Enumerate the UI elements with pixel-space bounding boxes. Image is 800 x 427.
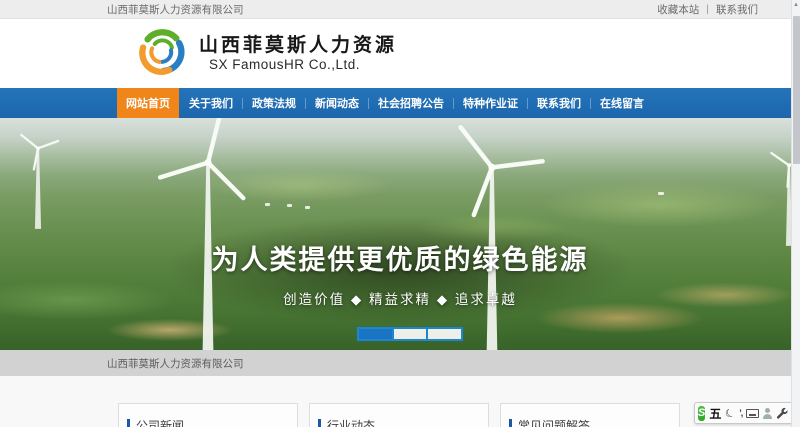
carousel-segment-3[interactable] <box>428 329 461 339</box>
section-accent-bar <box>509 419 512 427</box>
hero-tagline: 创造价值 ◆ 精益求精 ◆ 追求卓越 <box>0 288 800 308</box>
site-titles: 山西菲莫斯人力资源 SX FamousHR Co.,Ltd. <box>189 35 397 72</box>
carousel-segment-1[interactable] <box>359 329 392 339</box>
swirl-logo-icon <box>135 25 189 79</box>
landscape-building <box>305 206 310 209</box>
ime-wubi-mode-button[interactable]: 五 <box>709 404 721 422</box>
section-title: 行业动态 <box>327 417 375 427</box>
section-faq: 常见问题解答 <box>500 403 680 427</box>
link-contact-us[interactable]: 联系我们 <box>716 2 758 17</box>
site-title-chinese: 山西菲莫斯人力资源 <box>199 35 397 57</box>
scrollbar-thumb[interactable] <box>793 16 800 164</box>
topbar-company-name: 山西菲莫斯人力资源有限公司 <box>107 2 244 17</box>
nav-item-contact[interactable]: 联系我们 <box>527 88 590 118</box>
wind-turbine-icon <box>432 122 552 350</box>
hero-headline: 为人类提供更优质的绿色能源 <box>0 238 800 277</box>
topbar-links: 收藏本站 | 联系我们 <box>657 2 758 17</box>
nav-item-about[interactable]: 关于我们 <box>179 88 242 118</box>
wind-turbine-icon <box>148 118 268 350</box>
main-nav: 网站首页 关于我们 政策法规 新闻动态 社会招聘公告 特种作业证 联系我们 在线… <box>0 88 800 118</box>
nav-item-home[interactable]: 网站首页 <box>117 88 179 118</box>
band-company-name: 山西菲莫斯人力资源有限公司 <box>107 356 244 371</box>
carousel-segment-2[interactable] <box>394 329 427 339</box>
section-accent-bar <box>318 419 321 427</box>
account-person-icon[interactable] <box>763 404 772 422</box>
nav-item-message[interactable]: 在线留言 <box>590 88 653 118</box>
site-title-english: SX FamousHR Co.,Ltd. <box>199 57 397 72</box>
top-bar: 山西菲莫斯人力资源有限公司 收藏本站 | 联系我们 <box>0 0 800 19</box>
topbar-separator: | <box>706 3 709 15</box>
landscape-building <box>658 192 664 195</box>
section-title: 常见问题解答 <box>518 417 590 427</box>
virtual-keyboard-icon[interactable] <box>746 404 759 422</box>
scrollbar-up-arrow-icon[interactable]: ▲ <box>792 2 800 8</box>
landscape-building <box>287 204 292 207</box>
nav-item-recruitment[interactable]: 社会招聘公告 <box>368 88 453 118</box>
site-header: 山西菲莫斯人力资源 SX FamousHR Co.,Ltd. <box>0 19 800 88</box>
night-mode-icon[interactable]: ☾ <box>722 403 739 423</box>
section-company-news: 公司新闻 <box>118 403 298 427</box>
landscape-building <box>265 203 270 206</box>
vertical-scrollbar[interactable]: ▲ <box>791 0 800 427</box>
section-title: 公司新闻 <box>136 417 184 427</box>
section-accent-bar <box>127 419 130 427</box>
wind-turbine-icon <box>15 129 61 229</box>
punctuation-mode-icon[interactable]: ’, <box>739 404 742 422</box>
section-industry-trends: 行业动态 <box>309 403 489 427</box>
page-root: 山西菲莫斯人力资源有限公司 收藏本站 | 联系我们 <box>0 0 800 427</box>
nav-item-special-certificate[interactable]: 特种作业证 <box>453 88 527 118</box>
sogou-logo-icon[interactable]: S <box>698 406 705 421</box>
nav-item-news[interactable]: 新闻动态 <box>305 88 368 118</box>
wrench-settings-icon[interactable] <box>776 404 788 422</box>
lower-content: 公司新闻 行业动态 常见问题解答 <box>0 376 800 427</box>
hero-banner: 为人类提供更优质的绿色能源 创造价值 ◆ 精益求精 ◆ 追求卓越 <box>0 118 800 350</box>
ime-toolbar: S 五 ☾ ’, ▾ <box>694 402 798 424</box>
nav-item-policies[interactable]: 政策法规 <box>242 88 305 118</box>
link-bookmark-site[interactable]: 收藏本站 <box>657 2 699 17</box>
company-logo[interactable] <box>135 25 189 84</box>
company-band: 山西菲莫斯人力资源有限公司 <box>0 350 800 376</box>
carousel-indicator <box>357 327 463 341</box>
